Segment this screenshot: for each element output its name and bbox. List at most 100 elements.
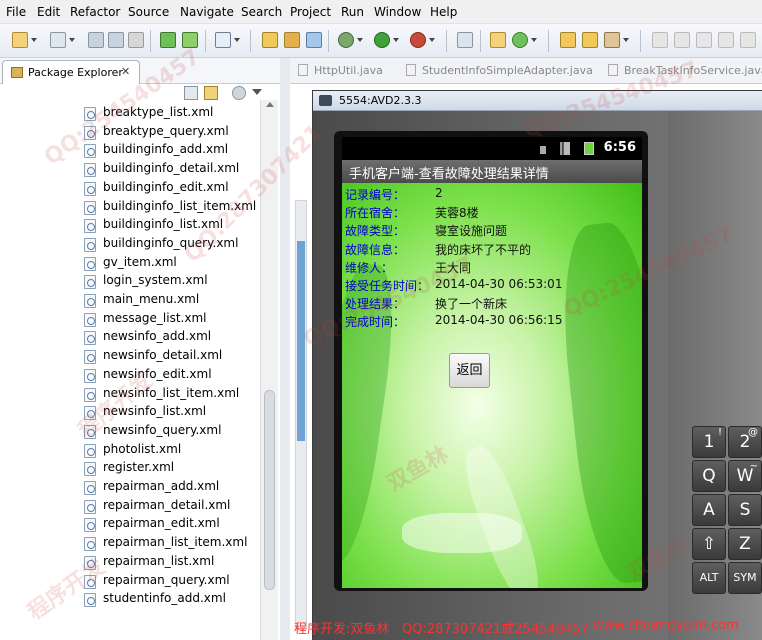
keyboard-key[interactable]: SYM xyxy=(728,562,762,594)
menu-window[interactable]: Window xyxy=(374,5,421,19)
usb-icon xyxy=(540,146,546,154)
back-button[interactable]: 返回 xyxy=(449,353,490,388)
edit-icon[interactable] xyxy=(457,32,473,48)
tree-item-label: newsinfo_detail.xml xyxy=(103,348,223,363)
background-decoration xyxy=(402,513,522,553)
tree-item-label: repairman_edit.xml xyxy=(103,516,220,531)
view-menu-icon[interactable] xyxy=(232,86,246,100)
new-package-icon[interactable] xyxy=(306,32,322,48)
tree-item-label: main_menu.xml xyxy=(103,292,200,306)
editor-scrollbar[interactable] xyxy=(295,200,307,630)
back-icon[interactable] xyxy=(696,32,712,48)
open-type-icon[interactable] xyxy=(262,32,278,48)
open-folder-icon[interactable] xyxy=(560,32,576,48)
run-icon[interactable] xyxy=(374,32,390,48)
chevron-down-icon[interactable] xyxy=(623,38,629,42)
perspective-icon[interactable] xyxy=(740,32,756,48)
footer-developer: 程序开发:双鱼林 xyxy=(294,622,390,637)
keyboard-key[interactable]: Q xyxy=(692,460,726,492)
close-icon[interactable]: ✕ xyxy=(121,65,130,78)
debug-icon[interactable] xyxy=(338,32,354,48)
tree-item-label: register.xml xyxy=(103,460,175,475)
scrollbar-thumb[interactable] xyxy=(297,241,305,441)
chevron-down-icon[interactable] xyxy=(531,38,537,42)
tab-label: HttpUtil.java xyxy=(314,64,383,77)
keyboard-key[interactable]: W ~ xyxy=(728,460,762,492)
keyboard-key[interactable]: A xyxy=(692,494,726,526)
prev-annotation-icon[interactable] xyxy=(652,32,668,48)
tree-item-label: newsinfo_query.xml xyxy=(103,422,222,437)
chevron-down-icon[interactable] xyxy=(234,38,240,42)
keyboard-key[interactable]: ⇧ xyxy=(692,528,726,560)
key-label: ALT xyxy=(699,571,719,584)
keyboard-key[interactable]: Z xyxy=(728,528,762,560)
menu-bar: File Edit Refactor Source Navigate Searc… xyxy=(0,0,762,24)
menu-help[interactable]: Help xyxy=(430,5,457,19)
tab-package-explorer[interactable]: Package Explorer ✕ xyxy=(2,60,140,84)
detail-label: 记录编号： xyxy=(345,188,406,202)
next-annotation-icon[interactable] xyxy=(674,32,690,48)
keyboard-key[interactable]: S xyxy=(728,494,762,526)
save-all-icon[interactable] xyxy=(108,32,124,48)
detail-value: 2 xyxy=(435,186,443,200)
new-wizard-icon[interactable] xyxy=(50,32,66,48)
key-label: SYM xyxy=(733,571,757,584)
tab-studentinfo-adapter[interactable]: StudentInfoSimpleAdapter.java xyxy=(406,64,593,77)
new-project-icon[interactable] xyxy=(490,32,506,48)
footer-credit: 程序开发:双鱼林 QQ:287307421或254540457 www.shua… xyxy=(290,616,762,640)
java-class-icon[interactable] xyxy=(284,32,300,48)
tree-item-label: newsinfo_add.xml xyxy=(103,329,212,344)
scroll-up-icon[interactable] xyxy=(266,102,274,107)
tree-item-label: repairman_query.xml xyxy=(103,572,230,587)
external-tools-icon[interactable] xyxy=(410,32,426,48)
menu-edit[interactable]: Edit xyxy=(37,5,60,19)
xml-file-icon xyxy=(84,368,96,383)
menu-search[interactable]: Search xyxy=(241,5,282,19)
new-icon[interactable] xyxy=(12,32,28,48)
toolbar-separator xyxy=(205,30,206,52)
xml-file-icon xyxy=(84,181,96,196)
xml-file-icon xyxy=(84,219,96,234)
toolbar-separator xyxy=(640,30,641,52)
tree-item-label: buildinginfo_detail.xml xyxy=(103,161,240,176)
chevron-down-icon[interactable] xyxy=(252,89,262,99)
battery-icon xyxy=(584,142,594,155)
keyboard-key[interactable]: ALT xyxy=(692,562,726,594)
menu-project[interactable]: Project xyxy=(290,5,331,19)
keyboard-key[interactable]: 2 @ xyxy=(728,426,762,458)
menu-file[interactable]: File xyxy=(6,5,26,19)
xml-file-icon xyxy=(84,237,96,252)
tree-item-label: photolist.xml xyxy=(103,441,182,456)
status-clock: 6:56 xyxy=(603,140,636,155)
toolbar-separator xyxy=(328,30,329,52)
chevron-down-icon[interactable] xyxy=(31,38,37,42)
emulator-titlebar: 5554:AVD2.3.3 xyxy=(313,91,762,111)
chevron-down-icon[interactable] xyxy=(69,38,75,42)
menu-run[interactable]: Run xyxy=(341,5,364,19)
print-icon[interactable] xyxy=(128,32,144,48)
chevron-down-icon[interactable] xyxy=(393,38,399,42)
footer-website: www.shuangyulin.com xyxy=(593,618,739,633)
tab-httputil[interactable]: HttpUtil.java xyxy=(298,64,383,77)
task-icon[interactable] xyxy=(215,32,231,48)
scrollbar-thumb[interactable] xyxy=(264,390,275,590)
app-titlebar: 手机客户端-查看故障处理结果详情 xyxy=(342,160,642,183)
chevron-down-icon[interactable] xyxy=(357,38,363,42)
menu-source[interactable]: Source xyxy=(128,5,169,19)
keyboard-key[interactable]: 1! xyxy=(692,426,726,458)
pencil-icon[interactable] xyxy=(604,32,620,48)
detail-value: 芙蓉8楼 xyxy=(435,206,479,221)
chevron-down-icon[interactable] xyxy=(429,38,435,42)
menu-navigate[interactable]: Navigate xyxy=(180,5,234,19)
collapse-all-icon[interactable] xyxy=(184,86,198,100)
key-label: Q xyxy=(702,466,716,486)
android-sdk-icon[interactable] xyxy=(160,32,176,48)
link-with-editor-icon[interactable] xyxy=(204,86,218,100)
detail-row: 故障类型： 寝室设施问题 xyxy=(342,222,642,240)
save-icon[interactable] xyxy=(88,32,104,48)
menu-refactor[interactable]: Refactor xyxy=(70,5,120,19)
folder-icon[interactable] xyxy=(582,32,598,48)
forward-icon[interactable] xyxy=(718,32,734,48)
key-alt-label: @ xyxy=(748,427,758,438)
refresh-icon[interactable] xyxy=(512,32,528,48)
